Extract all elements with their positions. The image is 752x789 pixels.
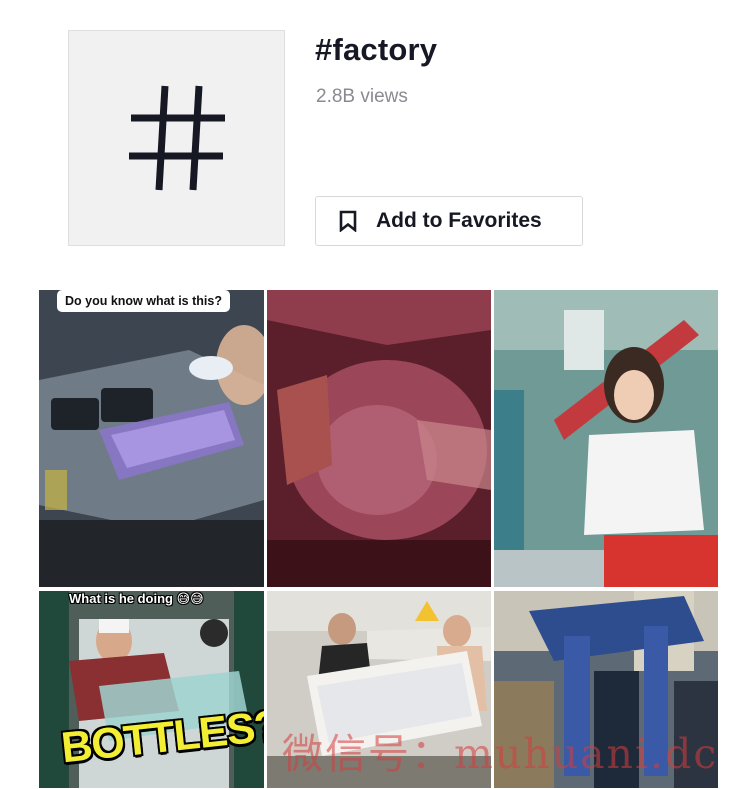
video-thumbnail-3[interactable] [494,290,718,587]
video-5-image [267,591,491,788]
video-2-image [267,290,491,587]
hashtag-icon [128,85,225,191]
video-thumbnail-5[interactable] [267,591,491,788]
hashtag-thumbnail [68,30,285,246]
video-grid: Do you know what is this? What is he doi… [39,290,719,789]
hashtag-title: #factory [315,32,438,67]
add-to-favorites-button[interactable]: Add to Favorites [315,196,583,246]
video-3-image [494,290,718,587]
video-thumbnail-4[interactable]: What is he doing 😅😅 BOTTLES? [39,591,264,788]
view-count: 2.8B views [316,86,408,107]
video-thumbnail-1[interactable]: Do you know what is this? [39,290,264,587]
video-thumbnail-2[interactable] [267,290,491,587]
video-1-caption: Do you know what is this? [57,290,230,312]
video-6-image [494,591,718,788]
video-4-caption: What is he doing 😅😅 [69,591,204,606]
bookmark-icon [339,210,357,232]
video-1-image [39,290,264,587]
add-to-favorites-label: Add to Favorites [376,209,542,232]
video-thumbnail-6[interactable] [494,591,718,788]
